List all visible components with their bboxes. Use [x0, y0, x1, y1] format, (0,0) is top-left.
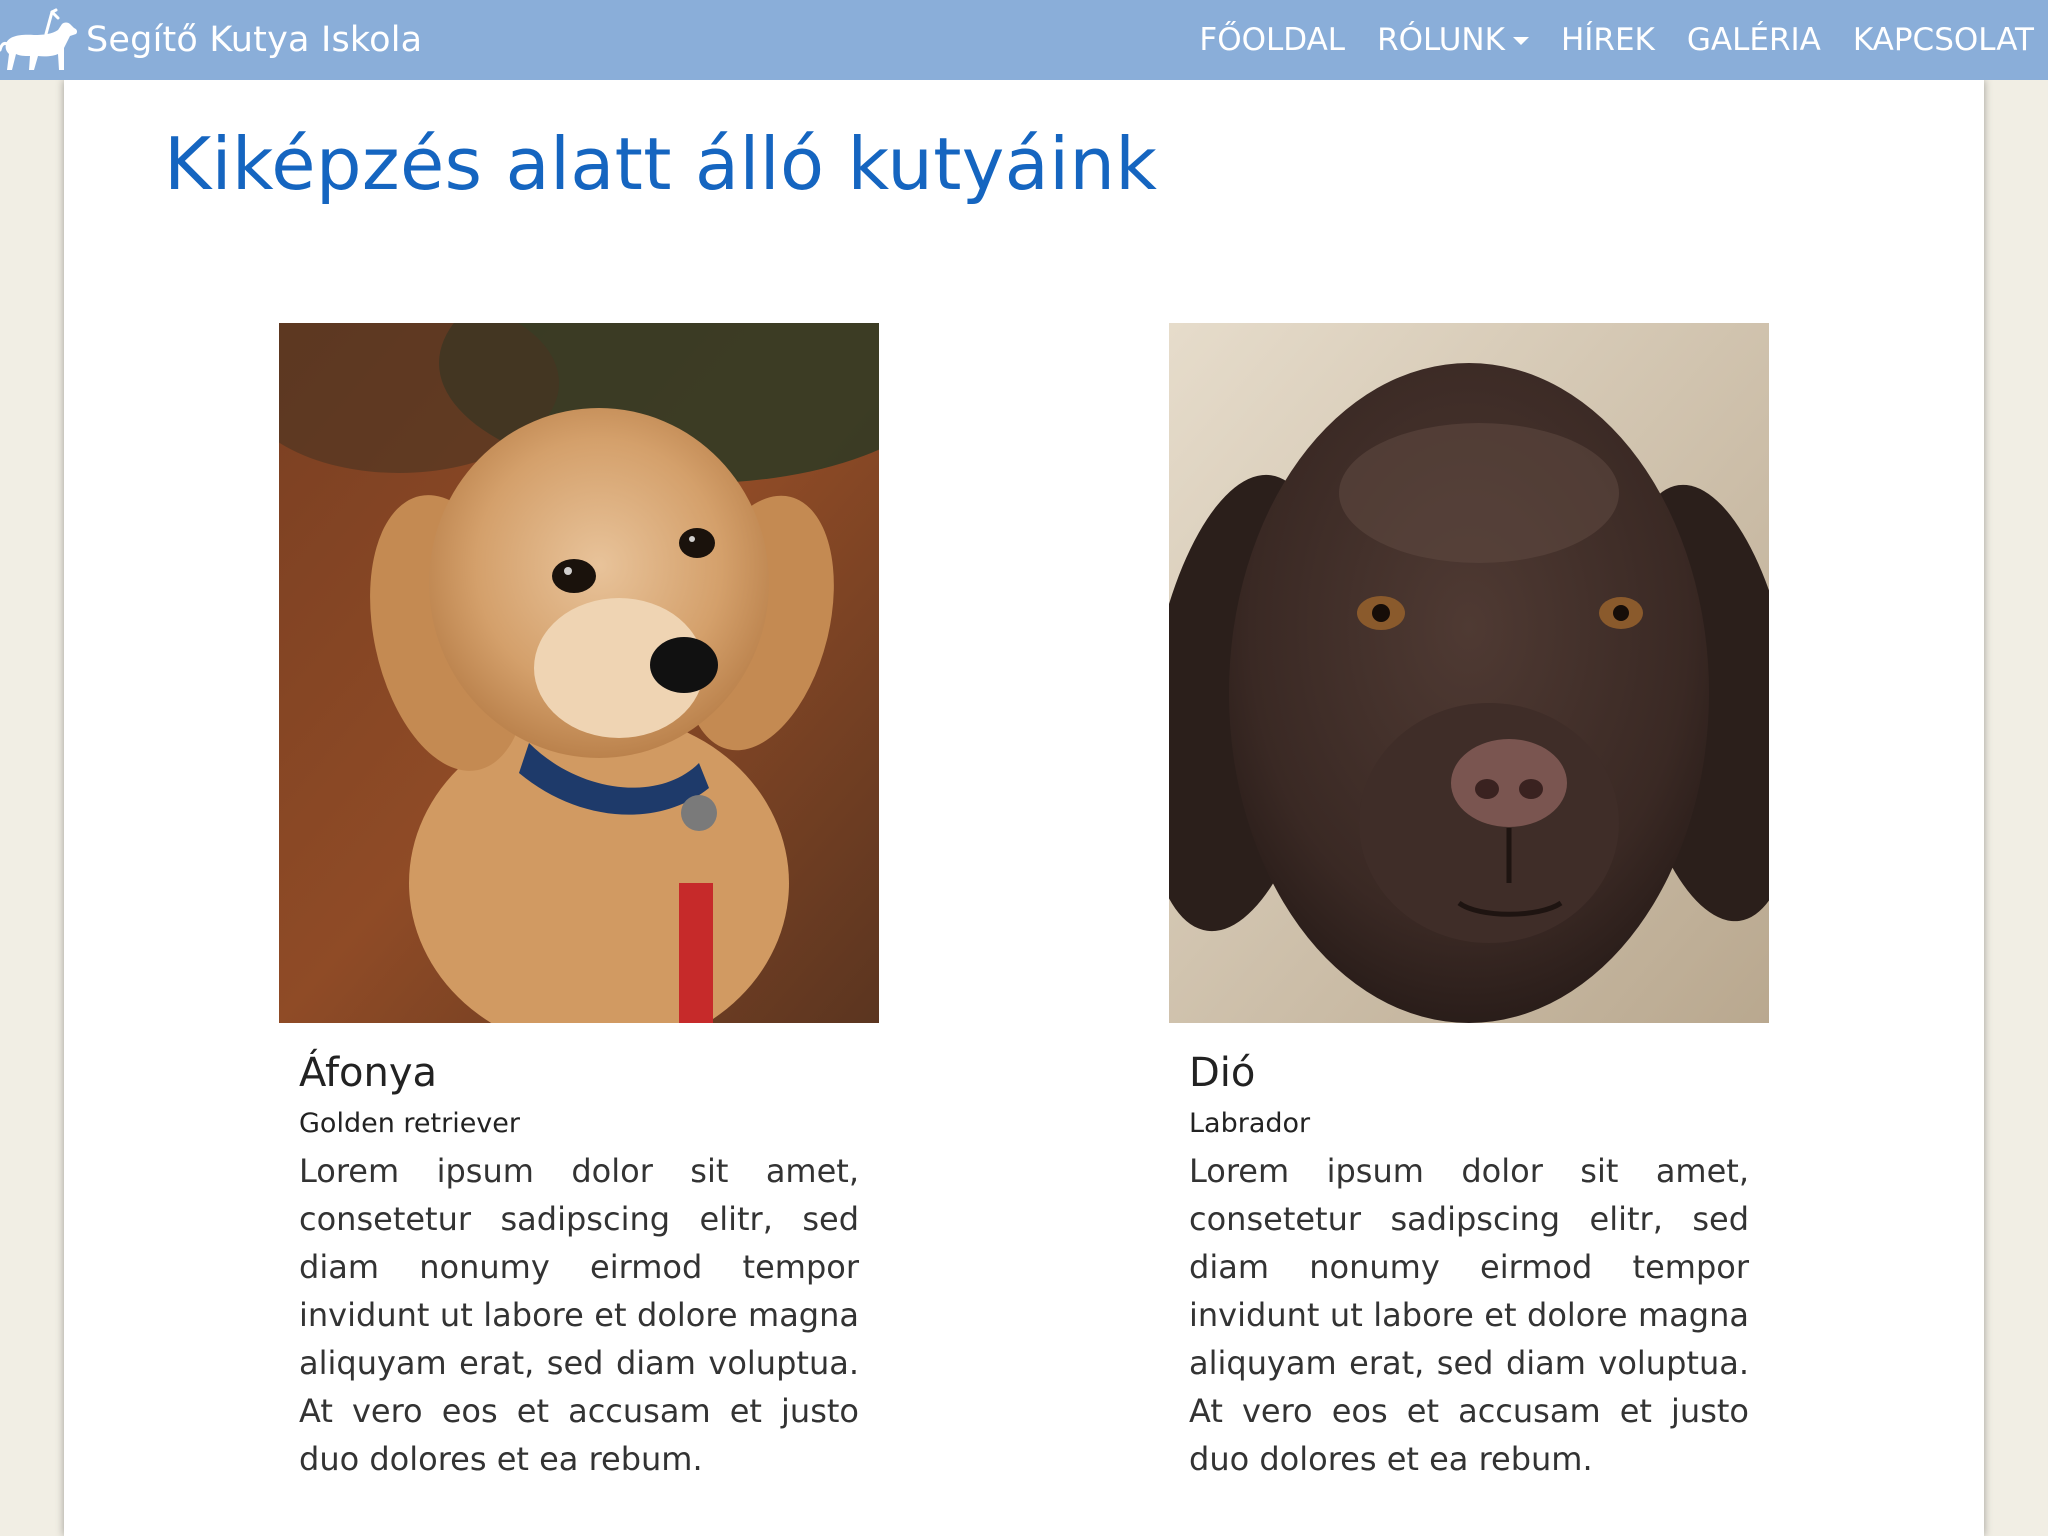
nav-item-contact[interactable]: KAPCSOLAT [1853, 22, 2034, 58]
page-title: Kiképzés alatt álló kutyáink [164, 122, 1158, 206]
dog-breed: Golden retriever [299, 1108, 520, 1139]
main-nav: FŐOLDAL RÓLUNK HÍREK GALÉRIA KAPCSOLAT [1167, 0, 2034, 80]
brand-link[interactable]: Segítő Kutya Iskola [0, 0, 422, 80]
guide-dog-icon [0, 8, 78, 70]
nav-item-news[interactable]: HÍREK [1561, 22, 1655, 58]
dog-name: Áfonya [299, 1050, 438, 1096]
nav-item-label: FŐOLDAL [1199, 22, 1346, 58]
brand-name: Segítő Kutya Iskola [86, 20, 423, 60]
nav-item-gallery[interactable]: GALÉRIA [1687, 22, 1821, 58]
chocolate-labrador-photo [1169, 323, 1769, 1023]
dog-description: Lorem ipsum dolor sit amet, consetetur s… [299, 1152, 859, 1478]
nav-item-label: KAPCSOLAT [1852, 22, 2034, 58]
dog-card: Dió Labrador Lorem ipsum dolor sit amet,… [1169, 323, 1769, 1483]
nav-item-label: GALÉRIA [1686, 22, 1821, 58]
dog-description: Lorem ipsum dolor sit amet, consetetur s… [1189, 1152, 1749, 1478]
nav-item-label: RÓLUNK [1377, 22, 1505, 58]
dog-card-body: Dió Labrador Lorem ipsum dolor sit amet,… [1169, 1049, 1769, 1483]
dog-card-body: Áfonya Golden retriever Lorem ipsum dolo… [279, 1049, 879, 1483]
main-content: Kiképzés alatt álló kutyáink Áfonya Gold… [64, 80, 1984, 1536]
caret-down-icon [1512, 37, 1529, 45]
nav-item-home[interactable]: FŐOLDAL [1199, 22, 1345, 58]
nav-item-about-dropdown[interactable]: RÓLUNK [1377, 22, 1529, 58]
golden-puppy-photo [279, 323, 879, 1023]
dog-card: Áfonya Golden retriever Lorem ipsum dolo… [279, 323, 879, 1483]
nav-item-label: HÍREK [1560, 22, 1655, 58]
navbar: Segítő Kutya Iskola FŐOLDAL RÓLUNK HÍREK… [0, 0, 2048, 80]
dog-breed: Labrador [1189, 1108, 1311, 1139]
dog-name: Dió [1189, 1050, 1256, 1096]
